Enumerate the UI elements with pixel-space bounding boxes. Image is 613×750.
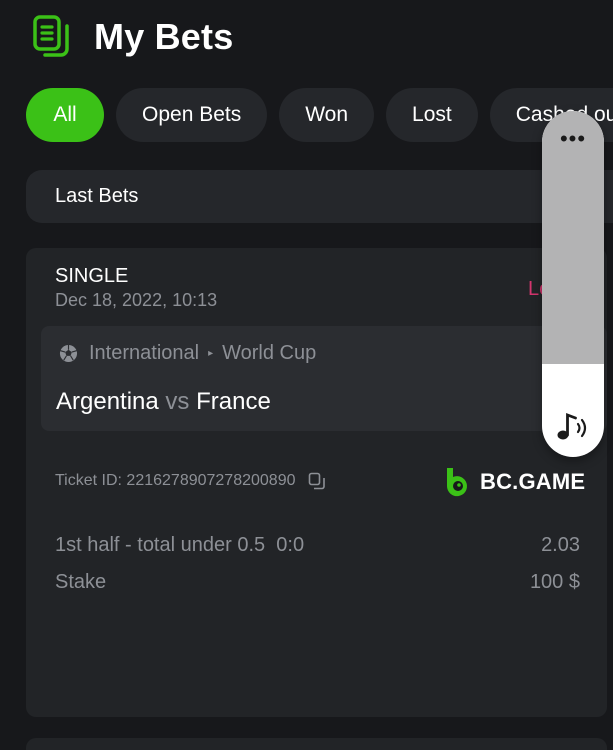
tab-open-bets[interactable]: Open Bets — [116, 88, 268, 142]
stake-row: Stake 100 $ — [55, 571, 580, 594]
market-score: 0:0 — [276, 534, 305, 556]
stake-label: Stake — [55, 571, 107, 593]
filter-tabs: All Open Bets Won Lost Cashed out — [26, 88, 613, 142]
my-bets-page: My Bets All Open Bets Won Lost Cashed ou… — [0, 0, 613, 750]
league-competition: World Cup — [222, 342, 317, 364]
stake-value: 100 $ — [529, 571, 580, 593]
chevron-right-icon: ▸ — [208, 348, 214, 359]
receipt-icon — [33, 15, 69, 57]
versus-label: vs — [165, 388, 190, 415]
selection-row: 1st half - total under 0.5 0:0 2.03 — [55, 534, 580, 557]
tab-lost[interactable]: Lost — [386, 88, 478, 142]
league-region: International — [89, 342, 200, 364]
tab-all[interactable]: All — [26, 88, 104, 142]
ticket-id: Ticket ID: 2216278907278200890 — [55, 472, 326, 490]
last-bets-label: Last Bets — [55, 185, 139, 207]
brand: BC.GAME — [445, 466, 585, 498]
market-label: 1st half - total under 0.5 — [55, 534, 266, 556]
brand-name: BC.GAME — [480, 469, 586, 494]
away-team: France — [196, 388, 271, 415]
last-bets-selector[interactable]: Last Bets — [26, 170, 613, 223]
copy-icon[interactable] — [308, 472, 326, 490]
bc-game-logo-icon — [446, 468, 467, 497]
ticket-label: Ticket ID: — [55, 472, 122, 489]
soccer-ball-icon — [59, 344, 78, 363]
bet-card[interactable]: SINGLE Dec 18, 2022, 10:13 Lost Internat… — [26, 248, 607, 717]
bet-date: Dec 18, 2022, 10:13 — [55, 290, 218, 310]
league-breadcrumb: International ▸ World Cup — [59, 342, 316, 365]
volume-overlay[interactable]: ••• — [542, 111, 604, 457]
bet-type: SINGLE — [55, 265, 129, 287]
tab-won[interactable]: Won — [279, 88, 375, 142]
home-team: Argentina — [56, 388, 159, 415]
odds-value: 2.03 — [541, 534, 580, 556]
page-header: My Bets — [32, 14, 233, 60]
page-title: My Bets — [94, 16, 234, 57]
match-teams: Argentina vs France — [56, 388, 271, 416]
ticket-value: 2216278907278200890 — [126, 472, 296, 489]
next-bet-card[interactable] — [26, 738, 607, 750]
music-note-icon — [557, 412, 587, 440]
match-info: International ▸ World Cup Argentina vs F… — [41, 326, 607, 431]
more-icon[interactable]: ••• — [542, 128, 604, 150]
